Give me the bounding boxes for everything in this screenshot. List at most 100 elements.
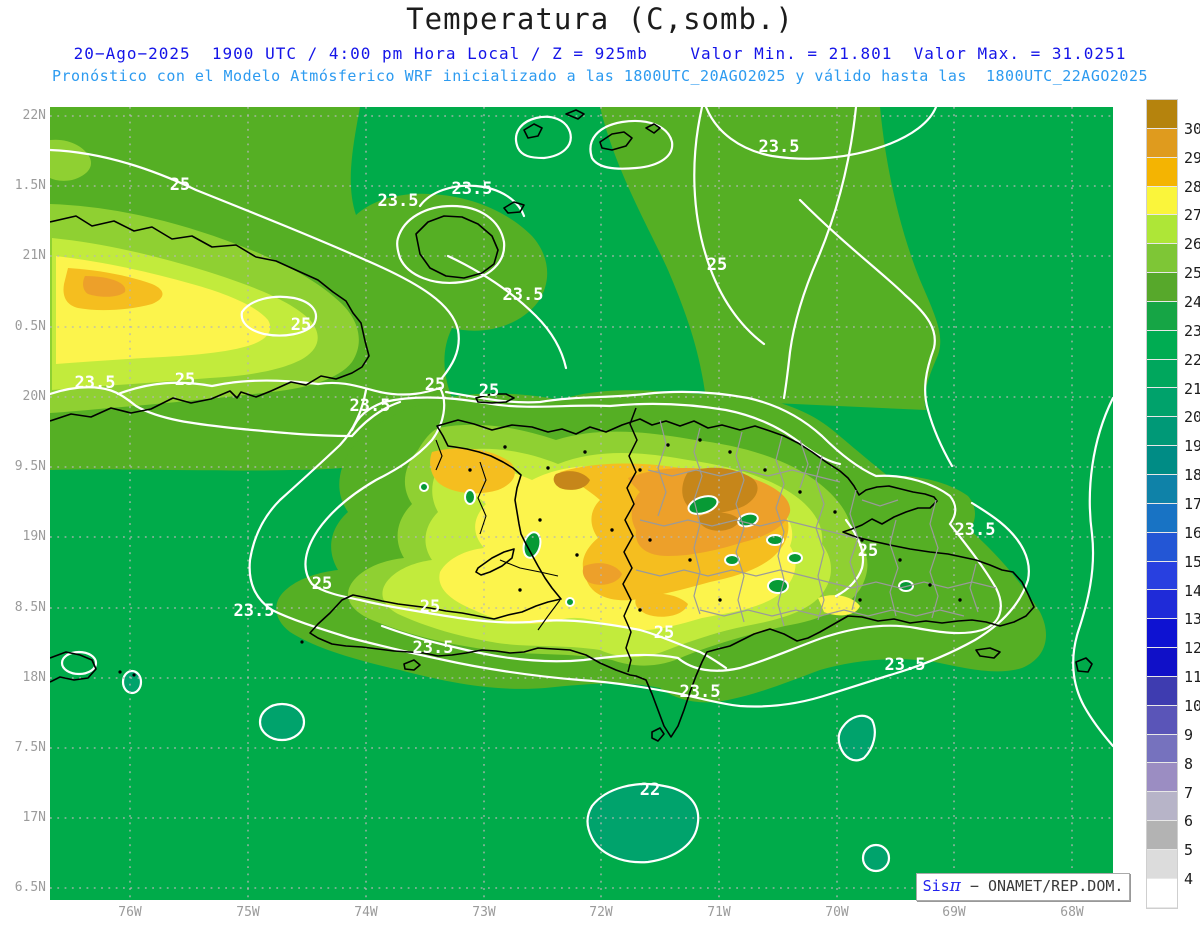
lat-tick-label: 21N — [0, 248, 46, 263]
colorbar-tick: 18 — [1184, 466, 1200, 484]
colorbar-cell — [1147, 562, 1177, 591]
colorbar-cell — [1147, 706, 1177, 735]
colorbar-cell — [1147, 273, 1177, 302]
colorbar-tick: 21 — [1184, 380, 1200, 398]
contour-label: 23.5 — [378, 191, 419, 211]
lon-tick-label: 75W — [228, 905, 268, 920]
colorbar-cell — [1147, 360, 1177, 389]
colorbar-tick: 24 — [1184, 293, 1200, 311]
colorbar-tick: 12 — [1184, 639, 1200, 657]
colorbar-cell — [1147, 331, 1177, 360]
contour-label: 25 — [420, 597, 440, 617]
sispi-logo-text: Sis — [923, 877, 950, 895]
contour-label: 23.5 — [680, 682, 721, 702]
contour-label: 25 — [425, 375, 445, 395]
contour-label: 25 — [175, 370, 195, 390]
colorbar-cell — [1147, 215, 1177, 244]
lat-tick-label: 19N — [0, 529, 46, 544]
attribution-text: − ONAMET/REP.DOM. — [961, 877, 1124, 895]
colorbar-tick: 8 — [1184, 755, 1193, 773]
lat-tick-label: 18N — [0, 670, 46, 685]
colorbar-cell — [1147, 735, 1177, 764]
colorbar-cell — [1147, 417, 1177, 446]
colorbar-cell — [1147, 446, 1177, 475]
colorbar-cell — [1147, 821, 1177, 850]
contour-label: 25 — [312, 574, 332, 594]
contour-label: 25 — [170, 175, 190, 195]
colorbar-tick: 25 — [1184, 264, 1200, 282]
lon-tick-label: 74W — [346, 905, 386, 920]
lon-tick-label: 69W — [934, 905, 974, 920]
weather-map-page: Temperatura (C,somb.) 20−Ago−2025 1900 U… — [0, 0, 1200, 927]
colorbar-tick: 4 — [1184, 870, 1193, 888]
colorbar-tick: 19 — [1184, 437, 1200, 455]
colorbar-tick: 22 — [1184, 351, 1200, 369]
contour-label: 25 — [291, 315, 311, 335]
colorbar-cell — [1147, 388, 1177, 417]
contour-label: 23.5 — [503, 285, 544, 305]
lon-tick-label: 68W — [1052, 905, 1092, 920]
colorbar-cell — [1147, 129, 1177, 158]
colorbar-tick: 16 — [1184, 524, 1200, 542]
contour-label: 25 — [654, 623, 674, 643]
colorbar-tick: 23 — [1184, 322, 1200, 340]
colorbar-tick: 20 — [1184, 408, 1200, 426]
lat-tick-label: 9.5N — [0, 459, 46, 474]
contour-label: 23.5 — [955, 520, 996, 540]
sispi-pi-glyph: π — [950, 876, 961, 896]
lat-tick-label: 22N — [0, 108, 46, 123]
contour-label: 25 — [858, 541, 878, 561]
forecast-map: 25 23.5 23.5 23.5 25 23.5 25 23.5 25 25 23.5 25 25 23… — [0, 0, 1200, 927]
colorbar-tick: 9 — [1184, 726, 1193, 744]
lat-tick-label: 17N — [0, 810, 46, 825]
colorbar-cell — [1147, 244, 1177, 273]
colorbar-tick: 30 — [1184, 120, 1200, 138]
temperature-colorbar — [1147, 100, 1177, 908]
colorbar-tick: 17 — [1184, 495, 1200, 513]
colorbar-tick: 11 — [1184, 668, 1200, 686]
lat-tick-label: 1.5N — [0, 178, 46, 193]
colorbar-cell — [1147, 158, 1177, 187]
colorbar-tick: 29 — [1184, 149, 1200, 167]
lat-tick-label: 20N — [0, 389, 46, 404]
colorbar-tick: 13 — [1184, 610, 1200, 628]
lat-tick-label: 8.5N — [0, 600, 46, 615]
colorbar-cell — [1147, 590, 1177, 619]
colorbar-cell — [1147, 763, 1177, 792]
contour-label: 23.5 — [885, 655, 926, 675]
colorbar-cell — [1147, 648, 1177, 677]
colorbar-tick: 6 — [1184, 812, 1193, 830]
contour-label: 23.5 — [452, 179, 493, 199]
contour-label: 25 — [479, 381, 499, 401]
contour-label: 23.5 — [350, 396, 391, 416]
lon-tick-label: 70W — [817, 905, 857, 920]
colorbar-cell — [1147, 504, 1177, 533]
contour-label: 22 — [640, 780, 660, 800]
contour-label: 23.5 — [75, 373, 116, 393]
colorbar-cell — [1147, 850, 1177, 879]
lat-tick-label: 7.5N — [0, 740, 46, 755]
colorbar-cell — [1147, 100, 1177, 129]
colorbar-tick: 5 — [1184, 841, 1193, 859]
lon-tick-label: 76W — [110, 905, 150, 920]
colorbar-tick: 10 — [1184, 697, 1200, 715]
colorbar-tick: 14 — [1184, 582, 1200, 600]
colorbar-cell — [1147, 677, 1177, 706]
colorbar-cell — [1147, 302, 1177, 331]
colorbar-tick: 26 — [1184, 235, 1200, 253]
lon-tick-label: 73W — [464, 905, 504, 920]
colorbar-cell — [1147, 792, 1177, 821]
colorbar-tick: 27 — [1184, 206, 1200, 224]
colorbar-cell — [1147, 619, 1177, 648]
colorbar-cell — [1147, 187, 1177, 216]
lon-tick-label: 72W — [581, 905, 621, 920]
colorbar-tick: 15 — [1184, 553, 1200, 571]
colorbar-tick: 7 — [1184, 784, 1193, 802]
colorbar-cell — [1147, 533, 1177, 562]
colorbar-cell — [1147, 879, 1177, 908]
colorbar-tick: 28 — [1184, 178, 1200, 196]
contour-label: 25 — [707, 255, 727, 275]
lon-tick-label: 71W — [699, 905, 739, 920]
contour-label: 23.5 — [234, 601, 275, 621]
lat-tick-label: 0.5N — [0, 319, 46, 334]
